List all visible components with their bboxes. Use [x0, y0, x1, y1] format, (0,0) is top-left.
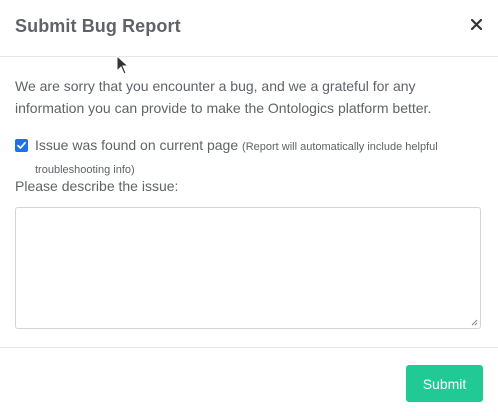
issue-description-textarea[interactable]	[15, 207, 481, 329]
current-page-checkbox[interactable]	[15, 139, 28, 152]
modal-footer: Submit	[0, 347, 498, 416]
modal-body: We are sorry that you encounter a bug, a…	[0, 57, 498, 347]
submit-button[interactable]: Submit	[406, 365, 483, 402]
bug-report-modal: Submit Bug Report We are sorry that you …	[0, 0, 498, 416]
modal-header: Submit Bug Report	[0, 0, 498, 57]
close-icon	[470, 18, 482, 30]
checkbox-label-text: Issue was found on current page	[35, 137, 239, 153]
modal-title: Submit Bug Report	[15, 16, 181, 36]
close-button[interactable]	[468, 14, 484, 34]
describe-issue-label: Please describe the issue:	[15, 178, 179, 194]
checkbox-label: Issue was found on current page (Report …	[35, 135, 485, 181]
resize-grip-icon[interactable]	[470, 318, 478, 326]
checkmark-icon	[17, 141, 26, 149]
intro-text: We are sorry that you encounter a bug, a…	[15, 78, 432, 116]
